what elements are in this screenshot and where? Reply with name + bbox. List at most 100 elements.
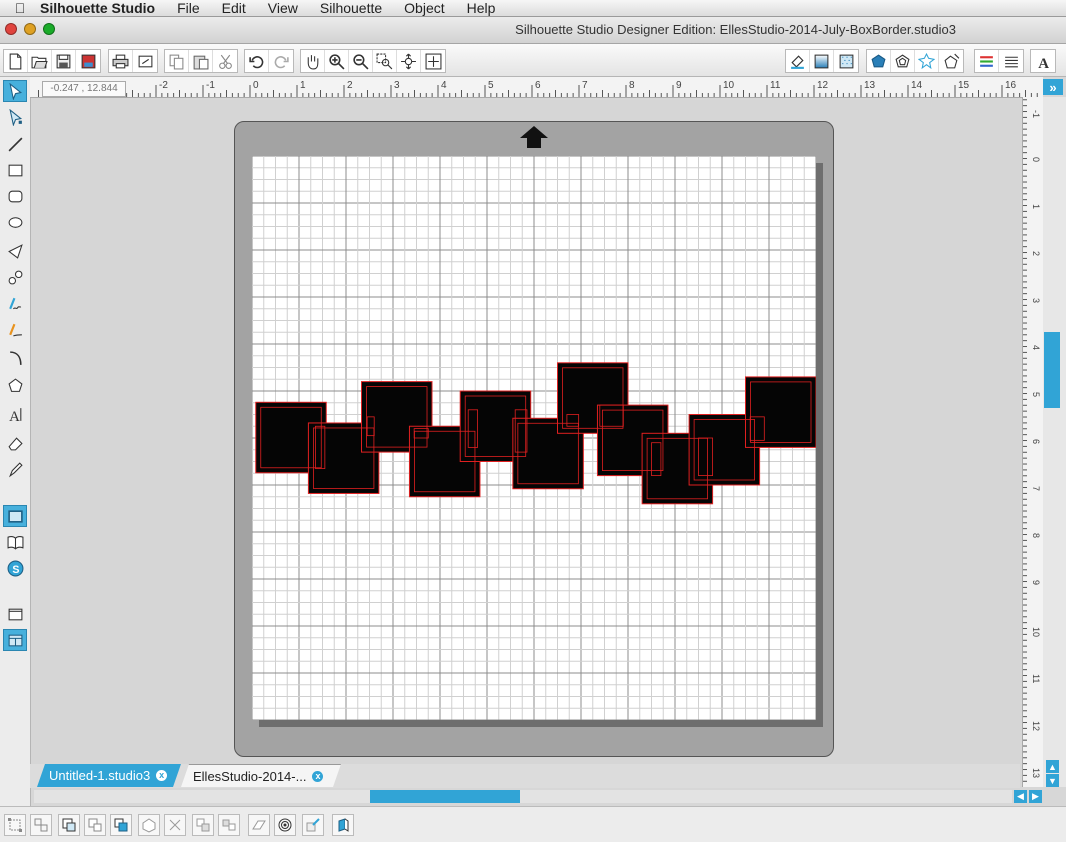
polygon-icon[interactable]	[3, 240, 27, 262]
line-icon[interactable]	[3, 133, 27, 155]
rounded-rectangle-icon[interactable]	[3, 185, 27, 207]
offset-icon[interactable]	[939, 50, 963, 72]
cut-settings-icon[interactable]	[3, 629, 27, 651]
zoom-in-icon[interactable]	[325, 50, 349, 72]
scroll-up-icon[interactable]: ▲	[1046, 760, 1059, 773]
crop-icon[interactable]	[164, 814, 186, 836]
text-icon[interactable]: A	[3, 403, 27, 425]
minimize-window-button[interactable]	[24, 23, 36, 35]
pattern-fill-icon[interactable]	[834, 50, 858, 72]
vertical-scrollbar[interactable]	[1043, 97, 1066, 787]
regular-polygon-icon[interactable]	[3, 374, 27, 396]
zoom-window-button[interactable]	[43, 23, 55, 35]
cutting-page[interactable]	[252, 156, 816, 720]
box-border-design[interactable]	[255, 362, 817, 505]
line-color-icon[interactable]	[867, 50, 891, 72]
fill-color-icon[interactable]	[786, 50, 810, 72]
store-icon[interactable]: S	[3, 557, 27, 579]
fit-to-page-icon[interactable]	[421, 50, 445, 72]
compound-path-icon[interactable]	[58, 814, 80, 836]
menu-edit[interactable]: Edit	[222, 0, 246, 16]
horizontal-scrollbar[interactable]	[34, 790, 1012, 803]
copy-icon[interactable]	[165, 50, 189, 72]
point-edit-icon[interactable]	[3, 106, 27, 128]
offset-icon[interactable]	[274, 814, 296, 836]
transform-icon[interactable]	[248, 814, 270, 836]
zoom-out-icon[interactable]	[349, 50, 373, 72]
scroll-right-icon[interactable]: ▶	[1029, 790, 1042, 803]
line-style-icon[interactable]	[891, 50, 915, 72]
freehand-icon[interactable]	[3, 292, 27, 314]
select-icon[interactable]	[3, 80, 27, 102]
print-icon[interactable]	[109, 50, 133, 72]
page-setup-icon[interactable]	[3, 505, 27, 527]
smooth-freehand-icon[interactable]	[3, 318, 27, 340]
align-tools-group	[974, 49, 1024, 73]
save-icon[interactable]	[52, 50, 76, 72]
ruler-number: 9	[1031, 580, 1041, 585]
ungroup-icon[interactable]	[30, 814, 52, 836]
paste-icon[interactable]	[189, 50, 213, 72]
arc-icon[interactable]	[3, 347, 27, 369]
ruler-number: 10	[1031, 627, 1041, 637]
file-tools-group	[3, 49, 101, 73]
undo-icon[interactable]	[245, 50, 269, 72]
drag-zoom-icon[interactable]	[397, 50, 421, 72]
menu-object[interactable]: Object	[404, 0, 444, 16]
close-tab-icon[interactable]: x	[312, 771, 323, 782]
open-file-icon[interactable]	[28, 50, 52, 72]
shadow-icon[interactable]	[915, 50, 939, 72]
scroll-down-icon[interactable]: ▼	[1046, 774, 1059, 787]
box-shape[interactable]	[745, 376, 817, 448]
tab-ellesstudio[interactable]: EllesStudio-2014-... x	[181, 764, 341, 787]
ruler-number: 2	[347, 80, 353, 91]
bring-to-front-icon[interactable]	[110, 814, 132, 836]
library-icon[interactable]	[3, 531, 27, 553]
print-cut-icon[interactable]	[133, 50, 157, 72]
tab-untitled-1[interactable]: Untitled-1.studio3 x	[37, 764, 181, 787]
cut-icon[interactable]	[213, 50, 237, 72]
design-area-icon[interactable]	[3, 603, 27, 625]
knife-icon[interactable]	[3, 458, 27, 480]
group-icon[interactable]	[4, 814, 26, 836]
ruler-number: 0	[253, 80, 259, 91]
menu-view[interactable]: View	[268, 0, 298, 16]
text-style-icon[interactable]: A	[1031, 50, 1055, 72]
new-file-icon[interactable]	[4, 50, 28, 72]
app-name-menu[interactable]: Silhouette Studio	[40, 0, 155, 16]
close-window-button[interactable]	[5, 23, 17, 35]
text-tools-group: A	[1030, 49, 1056, 73]
menu-silhouette[interactable]: Silhouette	[320, 0, 382, 16]
eraser-icon[interactable]	[3, 432, 27, 454]
redo-icon[interactable]	[269, 50, 293, 72]
ellipse-icon[interactable]	[3, 211, 27, 233]
weld-icon[interactable]	[138, 814, 160, 836]
close-tab-icon[interactable]: x	[156, 770, 167, 781]
trace-icon[interactable]	[302, 814, 324, 836]
mirror-icon[interactable]	[218, 814, 240, 836]
pan-hand-icon[interactable]	[301, 50, 325, 72]
menu-help[interactable]: Help	[467, 0, 496, 16]
menu-file[interactable]: File	[177, 0, 200, 16]
ruler-number: 10	[723, 80, 735, 91]
horizontal-scroll-thumb[interactable]	[370, 790, 520, 803]
gradient-fill-icon[interactable]	[810, 50, 834, 72]
vertical-scroll-thumb[interactable]	[1044, 332, 1060, 408]
duplicate-icon[interactable]	[192, 814, 214, 836]
zoom-selection-icon[interactable]	[373, 50, 397, 72]
ruler-number: -2	[159, 80, 168, 91]
save-to-library-icon[interactable]	[76, 50, 100, 72]
expand-panel-icon[interactable]: »	[1043, 79, 1063, 95]
scroll-left-icon[interactable]: ◀	[1014, 790, 1027, 803]
align-icon[interactable]	[975, 50, 999, 72]
release-compound-icon[interactable]	[84, 814, 106, 836]
curve-icon[interactable]	[3, 266, 27, 288]
ruler-number: 0	[1031, 157, 1041, 162]
ruler-number: 7	[1031, 486, 1041, 491]
ruler-number: 13	[864, 80, 876, 91]
replicate-icon[interactable]	[332, 814, 354, 836]
transform-icon[interactable]	[999, 50, 1023, 72]
ruler-number: 16	[1005, 80, 1017, 91]
rectangle-icon[interactable]	[3, 159, 27, 181]
apple-icon[interactable]: 	[0, 0, 40, 16]
